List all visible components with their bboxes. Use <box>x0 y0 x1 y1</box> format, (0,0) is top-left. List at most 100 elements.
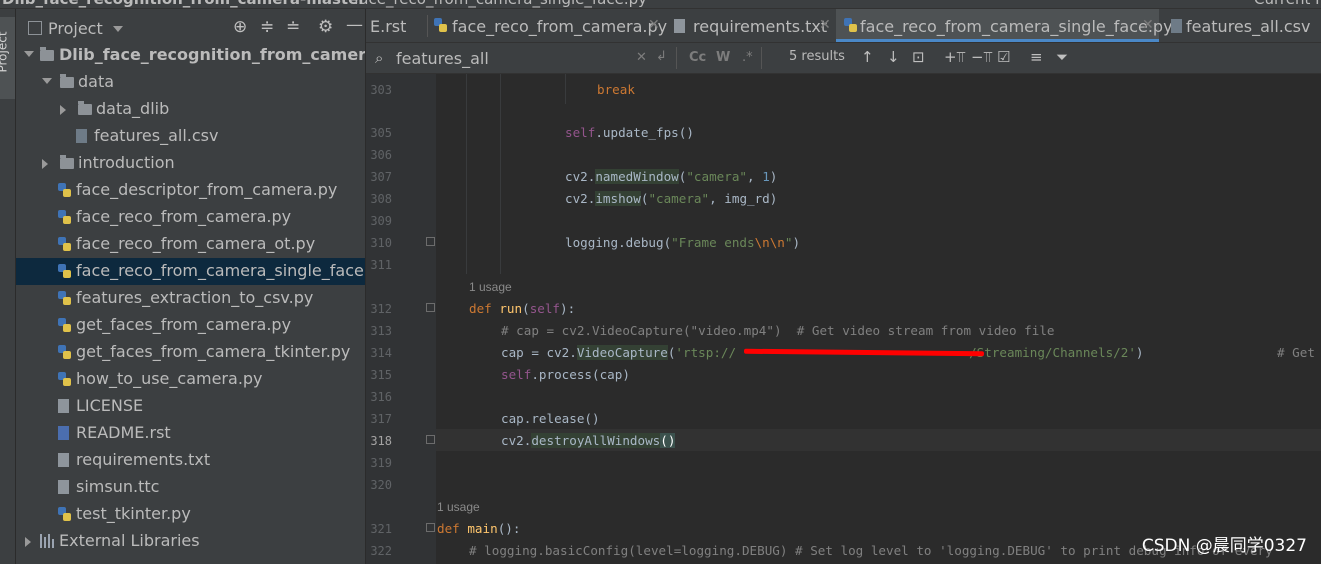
line-number: 317 <box>370 412 392 426</box>
filter-icon[interactable]: ⏷ <box>1056 48 1068 66</box>
editor-tab-bar: E.rst face_reco_from_camera.py ✕ require… <box>366 9 1321 43</box>
tab-face-reco-from-camera[interactable]: face_reco_from_camera.py ✕ <box>432 9 672 42</box>
tree-item-label: test_tkinter.py <box>76 504 191 523</box>
project-tool-tab-label: Project <box>0 31 10 73</box>
code-line-317: cap.release() <box>501 411 600 426</box>
fold-marker[interactable] <box>426 303 435 312</box>
search-icon[interactable]: ⌕ <box>375 49 383 67</box>
text-file-icon <box>674 19 685 33</box>
line-number: 318 <box>370 434 392 448</box>
indent-guide <box>565 74 566 104</box>
tree-item-label: data_dlib <box>96 99 170 118</box>
arrow-down-icon[interactable]: ↓ <box>887 48 900 66</box>
code-line-307: cv2.namedWindow("camera", 1) <box>565 169 778 184</box>
chevron-right-icon[interactable] <box>60 105 66 115</box>
code-line-321: def main(): <box>437 521 521 536</box>
chevron-down-icon[interactable] <box>24 51 34 57</box>
select-all-occurrences-icon[interactable]: ⊡ <box>912 48 925 66</box>
code-line-303: break <box>597 82 635 97</box>
align-icon[interactable]: ≡ <box>1030 48 1043 66</box>
usage-hint[interactable]: 1 usage <box>469 280 512 294</box>
code-line-318: cv2.destroyAllWindows() <box>501 433 676 448</box>
breadcrumb-file[interactable]: face_reco_from_camera_single_face.py <box>354 0 647 8</box>
csv-file-icon <box>1171 19 1182 33</box>
close-icon[interactable]: ✕ <box>1142 17 1154 33</box>
line-number: 315 <box>370 368 392 382</box>
python-file-icon <box>58 507 72 522</box>
line-number: 319 <box>370 456 392 470</box>
new-line-icon[interactable]: ↲ <box>656 49 667 64</box>
close-icon[interactable]: ✕ <box>648 17 660 33</box>
line-number: 305 <box>370 126 392 140</box>
arrow-up-icon[interactable]: ↑ <box>861 48 874 66</box>
code-line-313: # cap = cv2.VideoCapture("video.mp4") # … <box>501 323 1055 338</box>
tree-root[interactable]: Dlib_face_recognition_from_camera-ma <box>16 42 365 69</box>
folder-icon <box>40 47 54 61</box>
tab-label: E.rst <box>370 17 407 36</box>
locate-icon[interactable]: ⊕ <box>233 17 247 37</box>
watermark: CSDN @晨同学0327 <box>1141 536 1307 556</box>
divider <box>676 47 677 69</box>
line-number: 309 <box>370 214 392 228</box>
code-line-308: cv2.imshow("camera", img_rd) <box>565 191 778 206</box>
line-number: 306 <box>370 148 392 162</box>
add-selection-icon[interactable]: +⫪ <box>944 48 965 66</box>
hide-panel-icon[interactable]: — <box>346 15 363 35</box>
navigation-breadcrumb: Dlib_face_recognition_from_camera-master… <box>0 0 1321 9</box>
line-number: 303 <box>370 83 392 97</box>
tab-divider <box>427 15 428 37</box>
code-line-305: self.update_fps() <box>565 125 694 140</box>
python-file-icon <box>434 18 448 33</box>
divider <box>761 47 762 69</box>
indent-guide <box>500 74 501 274</box>
project-panel-title[interactable]: Project <box>48 19 103 38</box>
search-results-count: 5 results <box>789 49 845 64</box>
tab-face-reco-single-face[interactable]: face_reco_from_camera_single_face.py ✕ <box>836 9 1173 42</box>
code-line-314-comment: # Get <box>1277 345 1315 360</box>
line-number: 307 <box>370 170 392 184</box>
code-line-315: self.process(cap) <box>501 367 630 382</box>
search-input[interactable]: features_all <box>396 49 489 68</box>
tab-readme[interactable]: E.rst <box>366 9 432 42</box>
usage-hint[interactable]: 1 usage <box>437 500 480 514</box>
tab-requirements[interactable]: requirements.txt ✕ <box>672 9 836 42</box>
run-config-selector[interactable]: Current F <box>1254 0 1321 8</box>
line-number: 311 <box>370 258 392 272</box>
code-editor[interactable] <box>436 74 1321 564</box>
breadcrumb-project[interactable]: Dlib_face_recognition_from_camera-master <box>2 0 366 8</box>
tree-item[interactable]: data_dlib <box>16 96 365 123</box>
folder-icon <box>78 101 92 115</box>
tab-label: features_all.csv <box>1186 17 1311 36</box>
clear-search-icon[interactable]: ✕ <box>636 50 647 65</box>
match-case-toggle[interactable]: Cc <box>689 50 706 65</box>
find-bar: ⌕ features_all ✕ ↲ Cc W .* 5 results ↑ ↓… <box>366 43 1321 74</box>
check-selection-icon[interactable]: ☑ <box>997 48 1010 66</box>
collapse-all-icon[interactable]: ≐ <box>286 17 300 37</box>
chevron-down-icon[interactable] <box>113 26 123 32</box>
fold-marker[interactable] <box>426 523 435 532</box>
tree-root-label: Dlib_face_recognition_from_camera-ma <box>59 45 365 64</box>
tab-label: face_reco_from_camera_single_face.py <box>860 17 1173 36</box>
line-number: 321 <box>370 522 392 536</box>
line-number: 310 <box>370 236 392 250</box>
python-file-icon <box>844 18 858 33</box>
regex-toggle[interactable]: .* <box>742 50 753 65</box>
line-number: 320 <box>370 478 392 492</box>
fold-marker[interactable] <box>426 435 435 444</box>
expand-all-icon[interactable]: ≑ <box>260 17 274 37</box>
tab-label: face_reco_from_camera.py <box>452 17 668 36</box>
line-number: 322 <box>370 544 392 558</box>
project-view-icon <box>28 21 42 35</box>
line-number: 313 <box>370 324 392 338</box>
line-number: 314 <box>370 346 392 360</box>
close-icon[interactable]: ✕ <box>819 17 831 33</box>
gear-icon[interactable]: ⚙ <box>318 17 333 37</box>
remove-selection-icon[interactable]: −⫪ <box>971 48 992 66</box>
fold-marker[interactable] <box>426 237 435 246</box>
tab-label: requirements.txt <box>693 17 828 36</box>
line-number: 312 <box>370 302 392 316</box>
line-number: 316 <box>370 390 392 404</box>
whole-words-toggle[interactable]: W <box>716 50 730 65</box>
tab-features-all-csv[interactable]: features_all.csv <box>1161 9 1321 42</box>
line-number: 308 <box>370 192 392 206</box>
